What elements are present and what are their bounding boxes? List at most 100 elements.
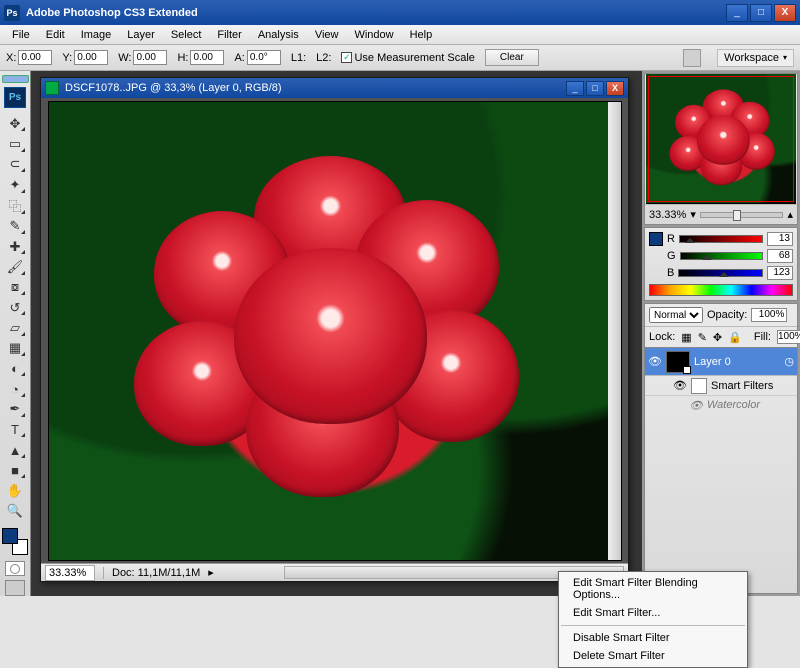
label-r: R <box>667 233 675 245</box>
crop-tool[interactable]: ⿻ <box>3 196 27 216</box>
shape-tool[interactable]: ■ <box>3 461 27 480</box>
clear-button[interactable]: Clear <box>485 49 539 66</box>
menu-layer[interactable]: Layer <box>119 27 163 43</box>
eyedropper-tool[interactable]: ✎ <box>3 217 27 236</box>
lasso-tool[interactable]: ⊂ <box>3 155 27 174</box>
label-a: A: <box>234 52 244 64</box>
canvas[interactable] <box>48 101 622 561</box>
visibility-icon[interactable]: 👁 <box>648 355 662 368</box>
field-y[interactable] <box>74 50 108 65</box>
blend-mode-select[interactable]: Normal <box>649 307 703 323</box>
ps-logo-icon: Ps <box>4 87 26 108</box>
color-swatch-icon[interactable] <box>649 232 663 246</box>
layers-panel: Normal Opacity: 100% Lock: ▦ ✎ ✥ 🔒 Fill:… <box>644 303 798 594</box>
doc-close-button[interactable]: X <box>606 81 624 96</box>
navigator-thumbnail[interactable] <box>646 74 796 204</box>
fill-field[interactable]: 100% <box>777 330 800 344</box>
quickmask-toggle[interactable] <box>5 561 25 577</box>
menu-analysis[interactable]: Analysis <box>250 27 307 43</box>
field-w[interactable] <box>133 50 167 65</box>
healing-tool[interactable]: ✚ <box>3 237 27 256</box>
history-brush-tool[interactable]: ↺ <box>3 298 27 317</box>
lock-paint-icon[interactable]: ✎ <box>698 331 707 344</box>
label-fill: Fill: <box>754 331 771 343</box>
label-lock: Lock: <box>649 331 675 343</box>
gradient-tool[interactable]: ▦ <box>3 339 27 358</box>
brush-tool[interactable]: 🖌 <box>3 257 27 276</box>
lock-position-icon[interactable]: ✥ <box>713 331 722 344</box>
toolbox-handle[interactable] <box>2 75 29 83</box>
field-h[interactable] <box>190 50 224 65</box>
layer-thumbnail[interactable] <box>666 351 690 373</box>
visibility-icon[interactable]: 👁 <box>673 379 687 392</box>
ctx-disable-smart-filter[interactable]: Disable Smart Filter <box>559 629 747 647</box>
menu-filter[interactable]: Filter <box>209 27 249 43</box>
minimize-button[interactable]: _ <box>726 4 748 22</box>
foreground-swatch[interactable] <box>2 528 18 544</box>
toolbox: Ps ✥ ▭ ⊂ ✦ ⿻ ✎ ✚ 🖌 ⧇ ↺ ▱ ▦ ◐ ◔ ✒ T ▲ ■ ✋… <box>0 71 31 596</box>
menu-file[interactable]: File <box>4 27 38 43</box>
maximize-button[interactable]: □ <box>750 4 772 22</box>
ctx-edit-blending-options[interactable]: Edit Smart Filter Blending Options... <box>559 574 747 604</box>
navigator-slider[interactable] <box>700 212 784 218</box>
document-statusbar: 33.33% Doc: 11,1M/11,1M ▸ <box>41 563 628 581</box>
dodge-tool[interactable]: ◔ <box>3 379 27 398</box>
menu-edit[interactable]: Edit <box>38 27 73 43</box>
doc-maximize-button[interactable]: □ <box>586 81 604 96</box>
ctx-edit-smart-filter[interactable]: Edit Smart Filter... <box>559 604 747 622</box>
color-swatches[interactable] <box>2 528 28 555</box>
doc-minimize-button[interactable]: _ <box>566 81 584 96</box>
visibility-icon[interactable]: 👁 <box>689 399 703 412</box>
menu-help[interactable]: Help <box>402 27 441 43</box>
lock-transparency-icon[interactable]: ▦ <box>681 331 691 344</box>
label-y: Y: <box>62 52 72 64</box>
filter-name: Watercolor <box>707 399 760 411</box>
document-title: DSCF1078..JPG @ 33,3% (Layer 0, RGB/8) <box>65 82 566 94</box>
quick-select-tool[interactable]: ✦ <box>3 175 27 194</box>
close-button[interactable]: X <box>774 4 796 22</box>
pen-tool[interactable]: ✒ <box>3 400 27 419</box>
ctx-delete-smart-filter[interactable]: Delete Smart Filter <box>559 647 747 665</box>
menu-view[interactable]: View <box>307 27 347 43</box>
zoom-in-icon[interactable]: ▴ <box>787 208 793 221</box>
layer-row-layer0[interactable]: 👁 Layer 0 ◷ <box>645 348 797 376</box>
zoom-field[interactable]: 33.33% <box>45 565 95 581</box>
checkbox-measurement-scale[interactable]: ✓ <box>341 52 352 63</box>
screenmode-toggle[interactable] <box>5 580 25 596</box>
menu-image[interactable]: Image <box>73 27 120 43</box>
marquee-tool[interactable]: ▭ <box>3 134 27 153</box>
filter-item-watercolor[interactable]: 👁 Watercolor <box>645 396 797 414</box>
field-a[interactable] <box>247 50 281 65</box>
field-x[interactable] <box>18 50 52 65</box>
zoom-out-icon[interactable]: ▾ <box>690 208 696 221</box>
doc-info-arrow-icon[interactable]: ▸ <box>208 566 214 579</box>
workspace-menu[interactable]: Workspace <box>717 49 794 67</box>
slider-r[interactable] <box>679 235 763 243</box>
type-tool[interactable]: T <box>3 420 27 439</box>
value-g[interactable]: 68 <box>767 249 793 263</box>
slider-b[interactable] <box>678 269 763 277</box>
stamp-tool[interactable]: ⧇ <box>3 278 27 297</box>
move-tool[interactable]: ✥ <box>3 114 27 133</box>
menu-select[interactable]: Select <box>163 27 210 43</box>
color-ramp[interactable] <box>649 284 793 296</box>
filter-mask-thumbnail[interactable] <box>691 378 707 394</box>
canvas-scrollbar-vertical[interactable] <box>608 102 621 560</box>
eraser-tool[interactable]: ▱ <box>3 318 27 337</box>
menu-window[interactable]: Window <box>346 27 401 43</box>
app-icon: Ps <box>4 5 20 21</box>
value-r[interactable]: 13 <box>767 232 793 246</box>
palette-well-icon[interactable] <box>683 49 701 67</box>
lock-all-icon[interactable]: 🔒 <box>728 331 742 344</box>
navigator-zoom[interactable]: 33.33% <box>649 209 686 221</box>
value-b[interactable]: 123 <box>767 266 793 280</box>
blur-tool[interactable]: ◐ <box>3 359 27 378</box>
hand-tool[interactable]: ✋ <box>3 481 27 500</box>
smart-filters-row[interactable]: 👁 Smart Filters <box>645 376 797 396</box>
path-select-tool[interactable]: ▲ <box>3 440 27 459</box>
slider-g[interactable] <box>680 252 763 260</box>
opacity-field[interactable]: 100% <box>751 308 787 322</box>
navigator-viewbox[interactable] <box>648 76 794 202</box>
layer-name[interactable]: Layer 0 <box>694 356 731 368</box>
zoom-tool[interactable]: 🔍 <box>3 502 27 521</box>
